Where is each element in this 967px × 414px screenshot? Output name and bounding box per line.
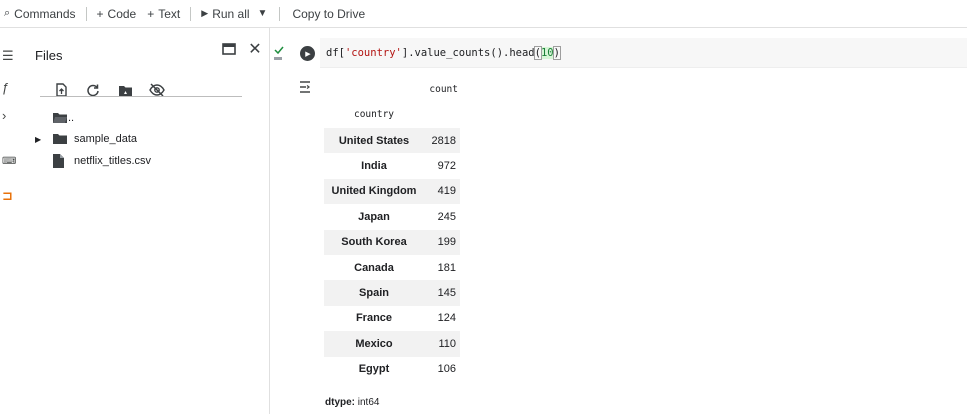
table-row: Japan 245 [324, 204, 460, 229]
table-row: Spain 145 [324, 280, 460, 306]
copy-to-drive-button[interactable]: Copy to Drive [292, 0, 365, 28]
row-label: Mexico [355, 337, 393, 350]
files-folder-icon[interactable]: ⊐ [2, 188, 18, 204]
file-icon [52, 154, 68, 168]
plus-icon: + [147, 6, 155, 21]
add-code-button[interactable]: + Code [97, 0, 137, 28]
dtype-footer: dtype: int64 [325, 397, 379, 408]
column-header-count: count [429, 84, 458, 95]
folder-open-icon [52, 111, 68, 125]
menu-icon[interactable]: ☰ [2, 48, 18, 64]
drive-folder-icon [118, 85, 132, 96]
row-label: Japan [358, 210, 390, 223]
activity-rail: ☰ ƒ › ⌨ ⊐ [0, 28, 22, 414]
files-panel-title: Files [35, 48, 63, 63]
run-all-dropdown[interactable]: ▼ [258, 0, 268, 28]
row-label: Canada [354, 261, 394, 274]
upload-icon [56, 83, 67, 97]
toolbar-divider [190, 6, 192, 21]
caret-right-icon[interactable]: ▶ [35, 135, 45, 144]
row-value: 245 [437, 210, 456, 223]
chevron-right-icon[interactable]: › [2, 108, 18, 124]
add-text-button[interactable]: + Text [147, 0, 180, 28]
tree-item-parent[interactable]: .. [52, 108, 74, 128]
files-panel: Files ✕ .. ▶ sample_data netflix_titles.… [22, 28, 270, 414]
run-all-label: Run all [212, 6, 250, 21]
row-value: 199 [437, 236, 456, 249]
open-in-tab-button[interactable] [220, 40, 238, 58]
row-value: 110 [438, 337, 456, 350]
text-cursor [559, 46, 561, 58]
output-actions-button[interactable] [298, 80, 314, 96]
refresh-icon [87, 84, 99, 97]
dtype-label: dtype: [325, 397, 355, 408]
dtype-value: int64 [355, 397, 380, 408]
close-icon: ✕ [248, 41, 262, 58]
index-header-country: country [353, 109, 395, 120]
table-row: Egypt 106 [324, 357, 460, 382]
play-icon: ▶ [305, 50, 311, 58]
eye-off-icon [149, 83, 165, 97]
row-value: 2818 [431, 134, 456, 147]
value-counts-table: United States 2818 India 972 United Kingdo… [324, 128, 460, 382]
file-toolbar [52, 80, 242, 100]
table-row: Canada 181 [324, 255, 460, 280]
row-label: United States [338, 134, 410, 147]
row-value: 106 [437, 363, 456, 376]
cell-execution-status [272, 38, 286, 68]
tree-item-sample-data[interactable]: ▶ sample_data [35, 129, 137, 149]
commands-button[interactable]: ⌕ Commands [4, 0, 76, 28]
code-editor[interactable]: df['country'].value_counts().head(10) [320, 38, 967, 68]
caret-down-icon: ▼ [257, 8, 268, 19]
row-label: India [361, 160, 387, 173]
add-code-label: Code [107, 6, 137, 21]
output-menu-icon [300, 81, 310, 93]
table-row: Mexico 110 [324, 331, 460, 357]
row-label: Spain [359, 287, 389, 300]
table-row: United Kingdom 419 [324, 178, 460, 205]
execution-time-mark [274, 57, 282, 60]
tree-item-label: .. [68, 112, 75, 124]
table-row: United States 2818 [324, 128, 460, 154]
toolbar-divider [279, 6, 281, 21]
row-value: 972 [437, 160, 456, 173]
toolbar-divider [85, 6, 87, 21]
tree-item-netflix-titles[interactable]: netflix_titles.csv [52, 151, 151, 171]
table-row: South Korea 199 [324, 229, 460, 255]
table-row: France 124 [324, 306, 460, 331]
terminal-icon[interactable]: ⌨ [2, 154, 18, 170]
run-all-button[interactable]: ▶ Run all [201, 0, 249, 28]
run-cell-button[interactable]: ▶ [300, 46, 315, 61]
row-value: 419 [437, 185, 456, 198]
copy-to-drive-label: Copy to Drive [292, 6, 366, 21]
add-text-label: Text [158, 6, 181, 21]
row-value: 181 [437, 261, 456, 274]
tree-item-label: netflix_titles.csv [74, 155, 152, 167]
row-label: United Kingdom [331, 185, 417, 198]
row-value: 145 [437, 287, 456, 300]
close-panel-button[interactable]: ✕ [246, 40, 264, 58]
plus-icon: + [96, 6, 104, 21]
top-toolbar: ⌕ Commands + Code + Text ▶ Run all ▼ Cop… [0, 0, 967, 28]
variables-icon[interactable]: ƒ [2, 80, 18, 96]
table-row: India 972 [324, 153, 460, 178]
row-value: 124 [437, 312, 456, 325]
search-icon: ⌕ [4, 7, 11, 19]
row-label: South Korea [341, 236, 407, 249]
file-toolbar-divider [40, 96, 242, 97]
folder-icon [52, 132, 68, 146]
commands-label: Commands [14, 6, 76, 21]
row-label: Egypt [358, 363, 390, 376]
new-window-icon [222, 43, 236, 55]
check-icon [274, 46, 284, 55]
code-line: df['country'].value_counts().head(10) [326, 46, 562, 60]
row-label: France [355, 312, 393, 325]
tree-item-label: sample_data [74, 133, 137, 145]
play-icon: ▶ [201, 8, 209, 18]
